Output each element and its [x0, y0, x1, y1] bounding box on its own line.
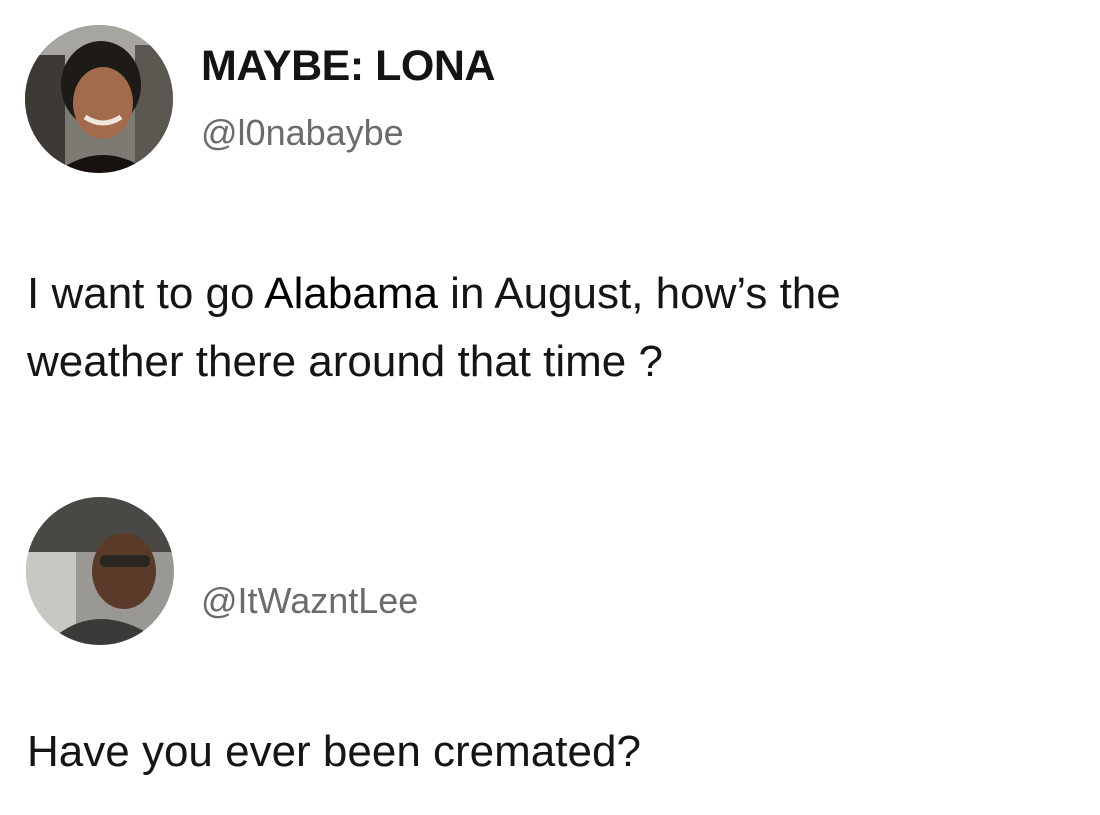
post-text-line-2: weather there around that time ?: [27, 337, 663, 386]
reply-text: Have you ever been cremated?: [27, 727, 641, 776]
post-text-part: in August, how’s the: [437, 269, 841, 318]
post-text-part: I want to go: [27, 269, 265, 318]
avatar-itwazntlee[interactable]: [26, 497, 174, 645]
avatar-lona[interactable]: [25, 25, 173, 173]
post-text-line-1: I want to go Alabama in August, how’s th…: [27, 260, 1087, 328]
post-text: I want to go Alabama in August, how’s th…: [27, 260, 1087, 396]
author-display-name[interactable]: MAYBE: LONA: [201, 42, 495, 91]
reply-author-handle[interactable]: @ItWazntLee: [201, 580, 418, 622]
author-handle[interactable]: @l0nabaybe: [201, 112, 404, 154]
profile-photo-avatar-icon: [26, 497, 174, 645]
profile-photo-avatar-icon: [25, 25, 173, 173]
post-text-highlight: Alabama: [264, 269, 438, 318]
